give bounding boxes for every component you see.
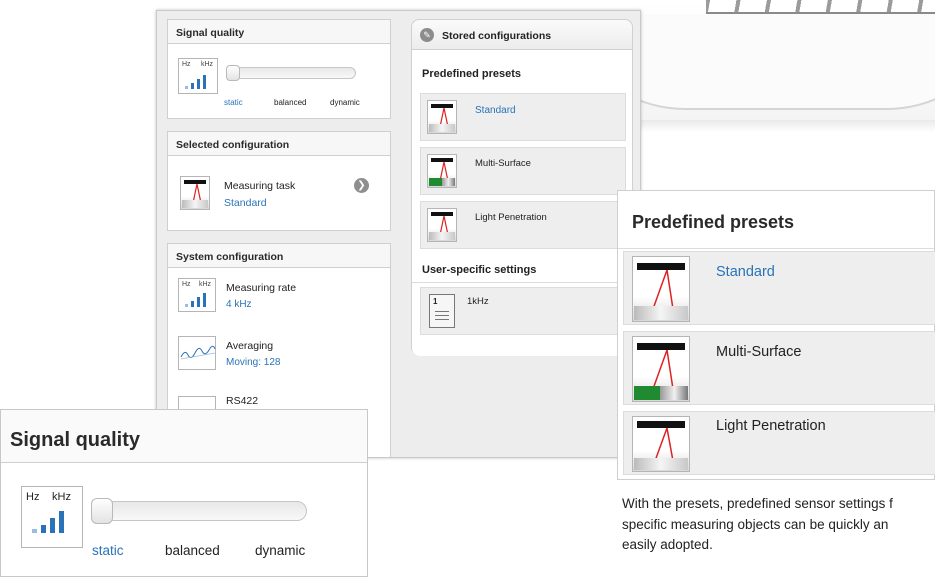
selected-configuration-panel: Selected configuration Measuring task St… [167,131,391,231]
waveform-icon [178,336,216,370]
option-balanced[interactable]: balanced [274,98,306,107]
measuring-task-label: Measuring task [224,180,296,192]
frequency-icon: Hz kHz [178,58,218,94]
signal-quality-panel: Signal quality Hz kHz static balanced dy… [167,19,391,119]
frequency-icon: Hz kHz [21,486,83,548]
preset-light-penetration-icon [427,208,457,242]
zoom-khz-label: kHz [52,491,71,503]
zoom-signal-quality-title: Signal quality [1,410,367,463]
preset-light-penetration-label: Light Penetration [475,212,547,223]
user-specific-settings-title: User-specific settings [422,264,537,276]
preset-multi-surface-label: Multi-Surface [475,158,531,169]
stored-configurations-panel: ✎ Stored configurations Predefined prese… [411,19,633,356]
measuring-task-icon [180,176,210,210]
signal-quality-zoom: Signal quality Hz kHz static balanced dy… [0,409,368,577]
sensor-device-image [636,0,935,132]
stored-configurations-title: Stored configurations [442,30,552,42]
measuring-rate-value[interactable]: 4 kHz [226,299,252,310]
signal-quality-slider[interactable] [226,67,356,79]
zoom-option-dynamic[interactable]: dynamic [255,543,305,558]
preset-standard-label: Standard [475,105,516,116]
averaging-label: Averaging [226,340,274,352]
rs422-label: RS422 [226,395,259,407]
preset-light-penetration[interactable]: Light Penetration [420,201,626,249]
frequency-icon: Hz kHz [178,278,216,312]
preset-standard[interactable]: Standard [420,93,626,141]
zoom-option-balanced[interactable]: balanced [165,543,220,558]
preset-standard-icon [427,100,457,134]
signal-quality-title: Signal quality [168,20,390,44]
averaging-value[interactable]: Moving: 128 [226,357,280,368]
device-grille [706,0,935,14]
caption-line-3: easily adopted. [622,537,713,552]
measuring-task-value[interactable]: Standard [224,197,267,209]
zoom-preset-multi-surface[interactable]: Multi-Surface [623,331,935,405]
pencil-icon: ✎ [420,28,434,42]
khz-label: kHz [201,61,214,68]
preset-multi-surface-icon [427,154,457,188]
zoom-preset-multi-surface-icon [632,336,690,402]
zoom-preset-multi-surface-label: Multi-Surface [716,344,802,360]
zoom-preset-light-penetration-icon [632,416,690,472]
chevron-right-circle-icon[interactable]: ❯ [354,178,369,193]
system-configuration-title: System configuration [168,244,390,268]
predefined-presets-title: Predefined presets [422,68,522,80]
measuring-rate-label: Measuring rate [226,282,297,294]
option-static[interactable]: static [224,98,243,107]
zoom-signal-quality-slider[interactable] [93,501,307,521]
zoom-option-static[interactable]: static [92,543,124,558]
selected-configuration-title: Selected configuration [168,132,390,156]
option-dynamic[interactable]: dynamic [330,98,360,107]
caption-line-2: specific measuring objects can be quickl… [622,516,889,532]
user-setting-1khz[interactable]: 1 1kHz [420,287,626,335]
zoom-preset-light-penetration[interactable]: Light Penetration [623,411,935,475]
zoom-preset-standard[interactable]: Standard [623,251,935,325]
zoom-preset-light-penetration-label: Light Penetration [716,418,826,434]
hz-label: Hz [182,61,191,68]
device-base [636,120,935,132]
sensor-config-window: Signal quality Hz kHz static balanced dy… [156,10,641,458]
zoom-hz-label: Hz [26,491,40,503]
preset-multi-surface[interactable]: Multi-Surface [420,147,626,195]
predefined-presets-zoom: Predefined presets Standard Multi-Surfac… [617,190,935,480]
zoom-preset-standard-icon [632,256,690,322]
stored-configurations-header: ✎ Stored configurations [412,20,632,50]
user-setting-label: 1kHz [467,296,489,307]
device-body [636,14,935,110]
document-badge: 1 [433,297,438,306]
zoom-signal-quality-slider-knob[interactable] [91,498,113,524]
signal-quality-slider-knob[interactable] [226,65,240,81]
document-icon: 1 [429,294,455,328]
zoom-predefined-presets-title: Predefined presets [618,191,934,249]
zoom-preset-standard-label: Standard [716,264,775,280]
presets-caption: With the presets, predefined sensor sett… [622,494,935,556]
caption-line-1: With the presets, predefined sensor sett… [622,496,893,511]
